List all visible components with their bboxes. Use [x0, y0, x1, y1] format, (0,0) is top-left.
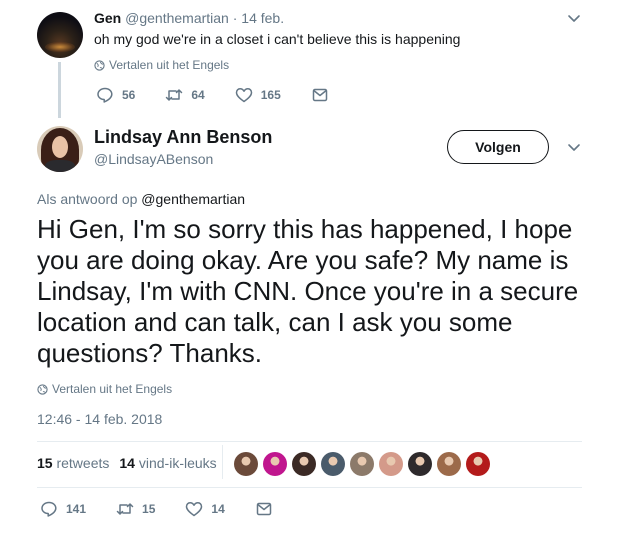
direct-message-button[interactable] [311, 86, 329, 104]
author-name[interactable]: Gen [94, 10, 121, 26]
tweet-text: oh my god we're in a closet i can't beli… [94, 31, 461, 47]
reply-icon [41, 501, 57, 517]
heart-icon [235, 88, 252, 103]
stats-separator [222, 445, 223, 479]
tweet-actions: 141 15 14 [40, 500, 303, 518]
follow-button[interactable]: Volgen [447, 130, 549, 164]
thread-line [58, 62, 61, 118]
like-button[interactable]: 14 [185, 500, 225, 518]
tweet-actions: 56 64 165 [96, 86, 359, 104]
retweet-icon [116, 503, 134, 515]
translate-link[interactable]: Vertalen uit het Engels [37, 382, 172, 396]
liker-avatar[interactable] [321, 452, 345, 476]
reply-button[interactable]: 56 [96, 86, 135, 104]
reply-button[interactable]: 141 [40, 500, 86, 518]
globe-icon [37, 383, 48, 395]
reply-count: 56 [122, 88, 136, 102]
divider [37, 487, 582, 488]
like-count: 165 [260, 88, 281, 102]
tweet-timestamp[interactable]: 12:46 - 14 feb. 2018 [37, 411, 162, 427]
reply-icon [97, 87, 113, 103]
author-name[interactable]: Lindsay Ann Benson [94, 127, 272, 148]
reply-context: Als antwoord op @genthemartian [37, 191, 245, 207]
translate-label: Vertalen uit het Engels [52, 382, 173, 396]
liker-avatar[interactable] [408, 452, 432, 476]
separator: · [232, 10, 238, 26]
retweet-icon [166, 89, 183, 101]
tweet-date[interactable]: 14 feb. [241, 10, 284, 26]
parent-tweet[interactable]: Gen @genthemartian · 14 feb. oh my god w… [0, 0, 620, 118]
retweet-stat-label: retweets [56, 455, 110, 471]
divider [37, 441, 582, 442]
retweet-count: 15 [142, 502, 156, 516]
retweet-count: 64 [191, 88, 205, 102]
retweet-button[interactable]: 15 [116, 500, 155, 518]
reply-mention-link[interactable]: @genthemartian [141, 191, 245, 207]
like-stat-count: 14 [119, 455, 135, 471]
like-button[interactable]: 165 [235, 86, 281, 104]
chevron-down-icon[interactable] [567, 11, 581, 25]
engagement-stats: 15 retweets 14 vind-ik-leuks [37, 455, 217, 471]
liker-avatar[interactable] [234, 452, 258, 476]
retweet-stat[interactable]: 15 retweets [37, 455, 109, 471]
liker-avatar[interactable] [292, 452, 316, 476]
liker-avatar[interactable] [466, 452, 490, 476]
like-stat-label: vind-ik-leuks [138, 455, 217, 471]
chevron-down-icon[interactable] [567, 140, 581, 154]
tweet-header: Gen @genthemartian · 14 feb. [94, 10, 284, 26]
avatar[interactable] [37, 126, 83, 172]
globe-icon [94, 59, 105, 71]
like-stat[interactable]: 14 vind-ik-leuks [119, 455, 216, 471]
liker-avatar[interactable] [263, 452, 287, 476]
reply-count: 141 [66, 502, 87, 516]
liker-avatar[interactable] [350, 452, 374, 476]
like-count: 14 [211, 502, 225, 516]
liker-avatars [234, 452, 490, 476]
reply-prefix: Als antwoord op [37, 191, 138, 207]
translate-link[interactable]: Vertalen uit het Engels [94, 58, 229, 72]
liker-avatar[interactable] [437, 452, 461, 476]
avatar[interactable] [37, 12, 83, 58]
author-handle[interactable]: @genthemartian [125, 10, 229, 26]
retweet-stat-count: 15 [37, 455, 53, 471]
retweet-button[interactable]: 64 [165, 86, 205, 104]
message-icon [256, 502, 271, 516]
heart-icon [186, 502, 203, 517]
translate-label: Vertalen uit het Engels [109, 58, 230, 72]
tweet-text: Hi Gen, I'm so sorry this has happened, … [37, 214, 579, 368]
message-icon [312, 88, 327, 102]
liker-avatar[interactable] [379, 452, 403, 476]
direct-message-button[interactable] [255, 500, 273, 518]
author-handle[interactable]: @LindsayABenson [94, 151, 213, 167]
